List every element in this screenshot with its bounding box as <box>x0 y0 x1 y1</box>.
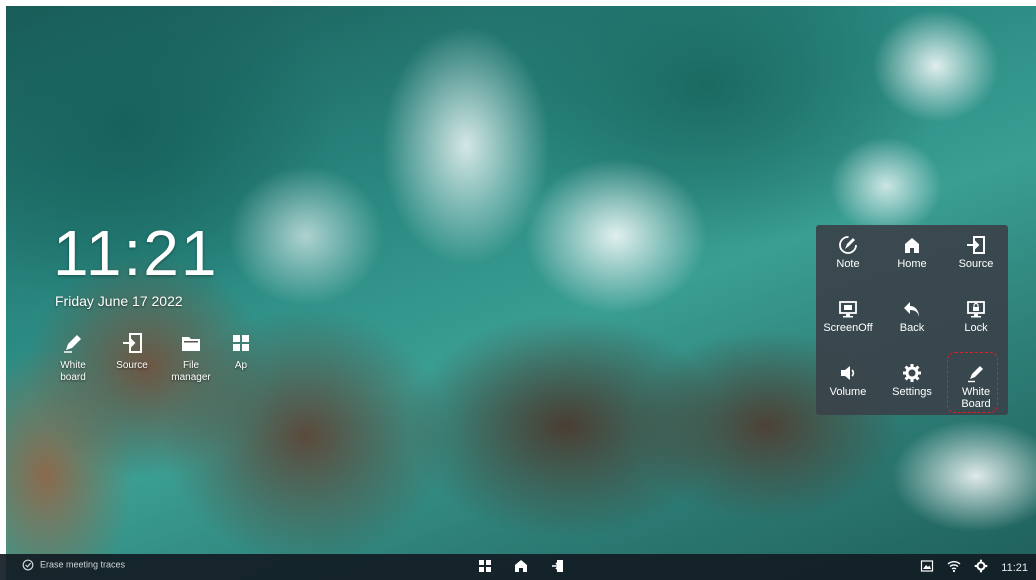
desktop-wallpaper: 11:21 Friday June 17 2022 White board So… <box>6 6 1036 580</box>
erase-check-icon <box>22 559 34 571</box>
source-icon <box>551 560 563 572</box>
taskbar-home-button[interactable] <box>514 559 528 578</box>
taskbar-wifi-button[interactable] <box>947 559 961 576</box>
panel-item-label: Lock <box>964 322 988 334</box>
panel-lock-button[interactable]: Lock <box>944 289 1008 351</box>
source-icon <box>123 333 142 353</box>
home-icon <box>515 560 528 572</box>
app-whiteboard[interactable]: White board <box>43 332 103 384</box>
taskbar-apps-button[interactable] <box>478 559 492 578</box>
erase-meeting-traces[interactable]: Erase meeting traces <box>22 559 125 571</box>
panel-volume-button[interactable]: Volume <box>816 353 880 415</box>
panel-screenoff-button[interactable]: ScreenOff <box>816 289 880 351</box>
volume-icon <box>841 366 855 380</box>
quick-access-panel: Note Home Source ScreenOff Back Lock Vol… <box>816 225 1008 415</box>
gear-icon <box>974 559 988 573</box>
taskbar-status: 11:21 <box>910 559 1028 576</box>
back-icon <box>904 302 919 317</box>
panel-item-label: Volume <box>829 386 867 398</box>
note-icon <box>839 236 857 254</box>
panel-home-button[interactable]: Home <box>880 225 944 287</box>
taskbar: Erase meeting traces 11:21 <box>0 554 1036 580</box>
taskbar-source-button[interactable] <box>551 559 565 578</box>
app-label: File manager <box>171 360 211 383</box>
wifi-icon <box>947 561 961 573</box>
panel-back-button[interactable]: Back <box>880 289 944 351</box>
screen-off-icon <box>839 301 857 318</box>
app-label: Source <box>116 360 148 371</box>
panel-item-label: Source <box>958 258 994 270</box>
panel-item-label: Note <box>836 258 860 270</box>
app-source[interactable]: Source <box>102 332 162 372</box>
panel-item-label: ScreenOff <box>823 322 873 334</box>
taskbar-settings-button[interactable] <box>974 559 988 576</box>
panel-source-button[interactable]: Source <box>944 225 1008 287</box>
home-icon <box>905 238 919 253</box>
pen-icon <box>64 335 81 353</box>
whiteboard-highlight-marker <box>947 352 998 413</box>
taskbar-screenshot-button[interactable] <box>920 559 934 576</box>
apps-grid-icon <box>479 560 491 572</box>
app-label: White board <box>60 360 86 383</box>
home-date: Friday June 17 2022 <box>55 293 183 309</box>
lock-screen-icon <box>967 301 985 318</box>
gear-icon <box>903 364 921 382</box>
apps-grid-icon <box>233 335 249 351</box>
panel-item-label: Settings <box>892 386 932 398</box>
app-apps[interactable]: Ap <box>221 332 261 372</box>
screenshot-icon <box>920 560 934 572</box>
panel-item-label: Home <box>897 258 927 270</box>
app-label: Ap <box>234 360 248 371</box>
panel-settings-button[interactable]: Settings <box>880 353 944 415</box>
folder-icon <box>182 337 200 351</box>
source-icon <box>967 236 985 254</box>
app-file-manager[interactable]: File manager <box>161 332 221 384</box>
taskbar-clock: 11:21 <box>1001 561 1028 574</box>
erase-meeting-traces-label: Erase meeting traces <box>40 559 126 570</box>
panel-note-button[interactable]: Note <box>816 225 880 287</box>
taskbar-center <box>478 559 583 578</box>
home-clock: 11:21 <box>53 217 219 289</box>
panel-item-label: Back <box>899 322 925 334</box>
